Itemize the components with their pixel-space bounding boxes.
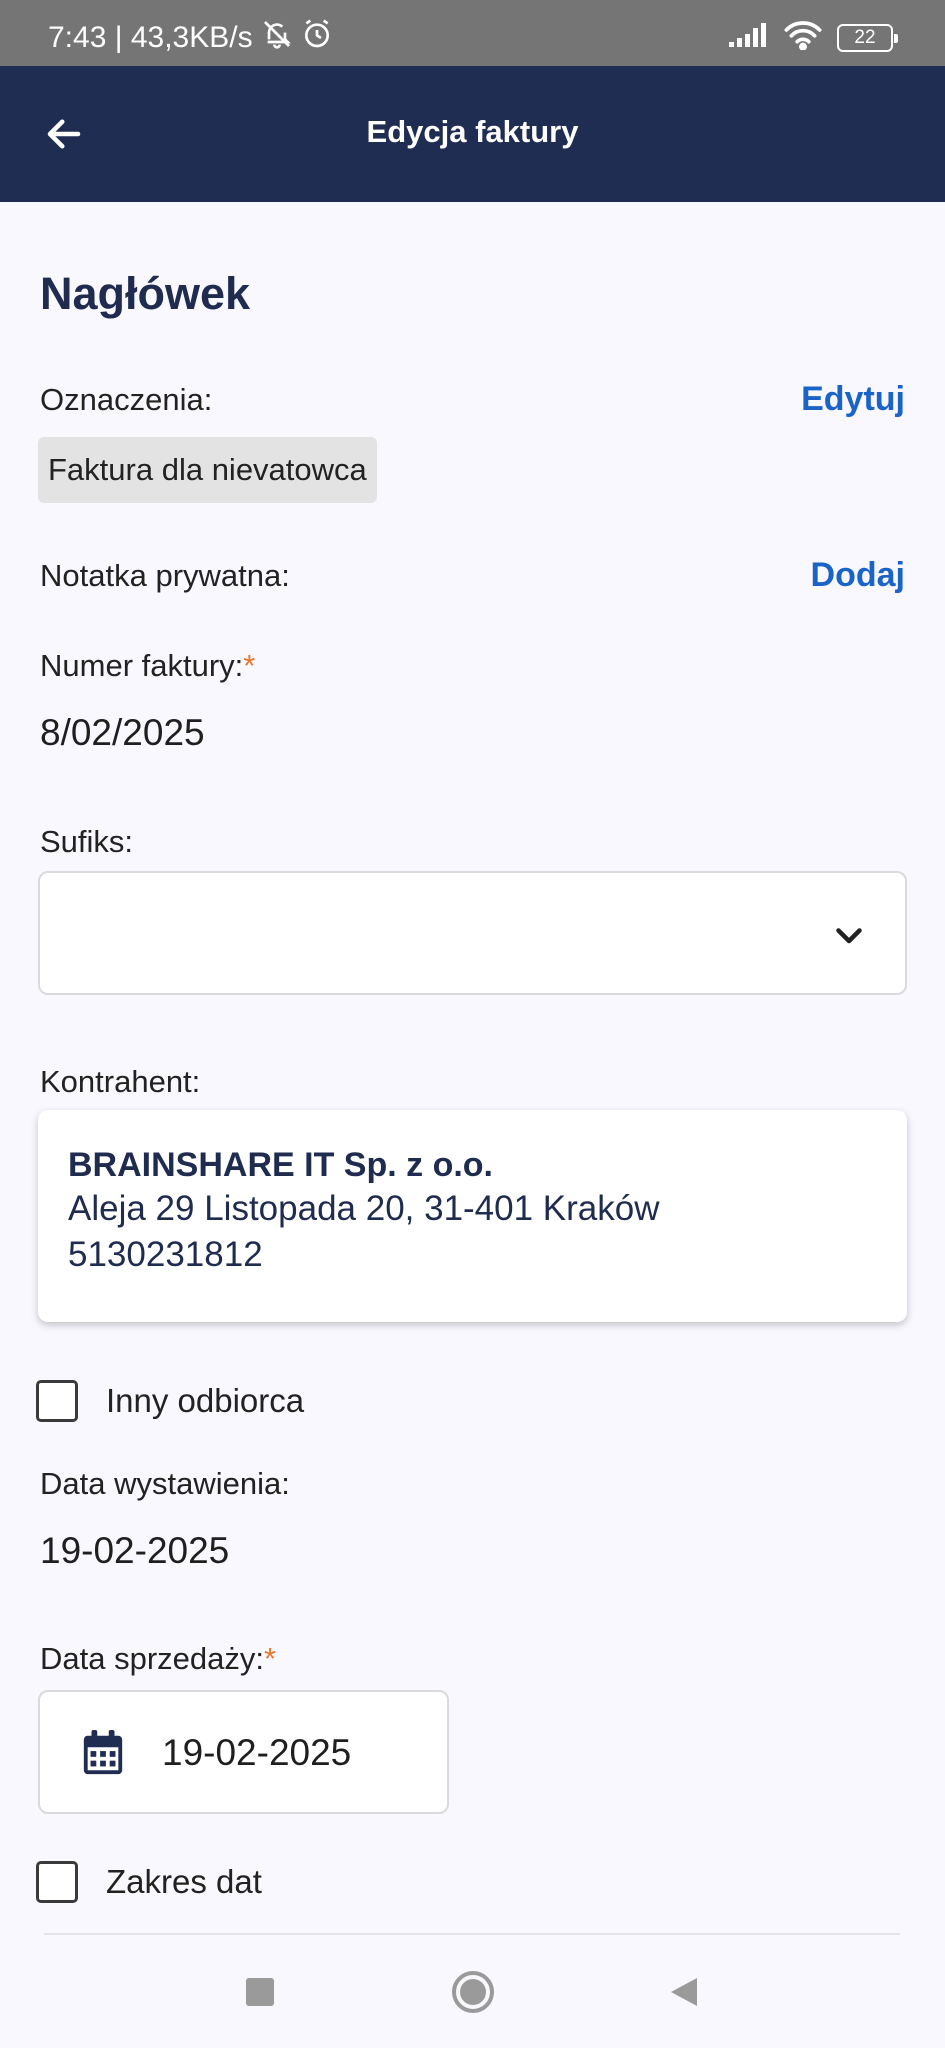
contractor-address: Aleja 29 Listopada 20, 31-401 Kraków: [68, 1189, 660, 1228]
date-range-checkbox[interactable]: [36, 1861, 78, 1903]
required-mark: *: [243, 648, 256, 683]
status-right: 22: [727, 20, 898, 55]
contractor-card[interactable]: BRAINSHARE IT Sp. z o.o. Aleja 29 Listop…: [38, 1110, 907, 1322]
required-mark: *: [264, 1641, 277, 1676]
other-recipient-checkbox[interactable]: [36, 1380, 78, 1422]
system-nav-bar: [0, 1936, 945, 2048]
date-range-row[interactable]: Zakres dat: [36, 1861, 262, 1903]
status-time-speed: 7:43 | 43,3KB/s: [48, 21, 253, 54]
battery-level: 22: [854, 26, 876, 48]
sale-date-label: Data sprzedaży:*: [40, 1641, 276, 1677]
designation-tag: Faktura dla nievatowca: [38, 437, 377, 503]
issue-date-label: Data wystawienia:: [40, 1466, 290, 1501]
edit-designations-link[interactable]: Edytuj: [801, 380, 905, 419]
nav-home-button[interactable]: [445, 1964, 501, 2020]
add-private-note-link[interactable]: Dodaj: [811, 556, 905, 595]
nav-recents-button[interactable]: [232, 1964, 288, 2020]
issue-date-value: 19-02-2025: [40, 1530, 230, 1571]
chevron-down-icon: [831, 917, 867, 958]
invoice-number-value: 8/02/2025: [40, 712, 205, 753]
sale-date-value: 19-02-2025: [162, 1732, 352, 1773]
sale-date-label-text: Data sprzedaży:: [40, 1641, 264, 1676]
alarm-icon: [301, 18, 333, 58]
section-title-header: Nagłówek: [40, 268, 251, 319]
contractor-name: BRAINSHARE IT Sp. z o.o.: [68, 1146, 493, 1184]
sale-date-picker[interactable]: 19-02-2025: [38, 1690, 449, 1814]
divider: [44, 1933, 900, 1935]
page-title: Edycja faktury: [366, 114, 579, 149]
designations-label: Oznaczenia:: [40, 382, 213, 417]
private-note-label: Notatka prywatna:: [40, 558, 290, 593]
suffix-dropdown[interactable]: [38, 871, 907, 995]
date-range-label: Zakres dat: [106, 1863, 262, 1900]
nav-back-button[interactable]: [656, 1964, 712, 2020]
invoice-number-label: Numer faktury:*: [40, 648, 255, 684]
battery-icon: 22: [837, 23, 898, 52]
silent-bell-icon: [261, 18, 293, 58]
nav-square-icon: [246, 1978, 274, 2006]
contractor-label: Kontrahent:: [40, 1064, 201, 1099]
contractor-nip: 5130231812: [68, 1235, 263, 1274]
nav-back-icon: [671, 1978, 697, 2006]
calendar-icon: [80, 1728, 126, 1783]
status-left: 7:43 | 43,3KB/s: [48, 18, 333, 58]
designation-tag-label: Faktura dla nievatowca: [48, 452, 367, 487]
suffix-label: Sufiks:: [40, 824, 134, 859]
signal-icon: [727, 22, 769, 53]
app-bar: Edycja faktury: [0, 66, 945, 202]
wifi-icon: [783, 20, 823, 55]
other-recipient-label: Inny odbiorca: [106, 1382, 305, 1419]
invoice-number-label-text: Numer faktury:: [40, 648, 244, 683]
nav-home-icon: [452, 1971, 494, 2013]
status-bar: 7:43 | 43,3KB/s 22: [0, 0, 945, 66]
other-recipient-row[interactable]: Inny odbiorca: [36, 1380, 304, 1422]
